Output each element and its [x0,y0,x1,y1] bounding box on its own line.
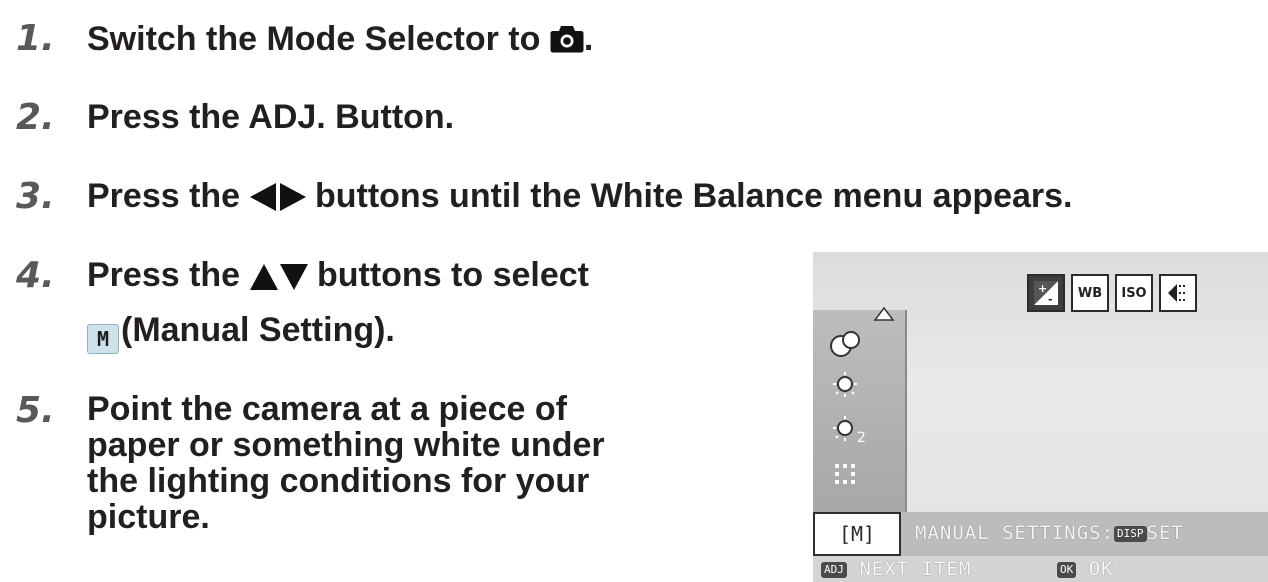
wb-icon: WB [1071,274,1109,312]
manual-settings-text: MANUAL SETTINGS: DISP SET [915,522,1184,544]
step-number: 4. [16,255,55,296]
daylight-icon [827,372,867,404]
top-icon-row: + - WB ISO [1027,274,1197,312]
auto-icon [827,328,867,360]
iso-icon: ISO [1115,274,1153,312]
step-text: Press the buttons until the White Balanc… [87,175,1073,221]
up-down-arrows-icon [249,258,308,300]
step-number: 2. [16,97,55,138]
disp-button-icon: DISP [1114,526,1147,542]
left-right-arrows-icon [249,179,306,221]
step-number: 5. [16,390,55,431]
ok-button-icon: OK [1057,562,1077,578]
step-number: 3. [16,176,55,217]
ok-text: OK [1088,558,1114,580]
lcd-bottom-bar: ADJ NEXT ITEM OK OK [813,556,1268,582]
adj-button-icon: ADJ [821,562,847,578]
camera-icon [550,22,584,64]
step-text: Press the buttons to select [87,254,589,300]
step-text: Press the ADJ. Button. [87,98,455,136]
svg-text:-: - [1048,293,1053,306]
scroll-up-icon [873,306,895,321]
manual-wb-icon: M [87,324,119,354]
focus-icon [1159,274,1197,312]
manual-wb-option[interactable]: [M] [813,512,901,556]
svg-text:2: 2 [857,430,866,446]
exposure-comp-icon: + - [1027,274,1065,312]
next-item-text: NEXT ITEM [859,558,972,580]
step-text-line2: M (Manual Setting). [87,309,395,354]
step-text: Switch the Mode Selector to . [87,18,593,64]
step-text: Point the camera at a piece of paper or … [87,390,605,536]
step-number: 1. [16,18,55,59]
selected-wb-row: [M] MANUAL SETTINGS: DISP SET [813,512,1268,556]
svg-text:+: + [1038,282,1047,295]
wb-menu-list: 2 [813,306,907,515]
fluorescent-icon [827,460,867,492]
daylight-2-icon: 2 [827,416,867,448]
camera-lcd-screen: + - WB ISO 2 [M] MANUAL SETTINGS: DISP SET … [813,252,1268,582]
